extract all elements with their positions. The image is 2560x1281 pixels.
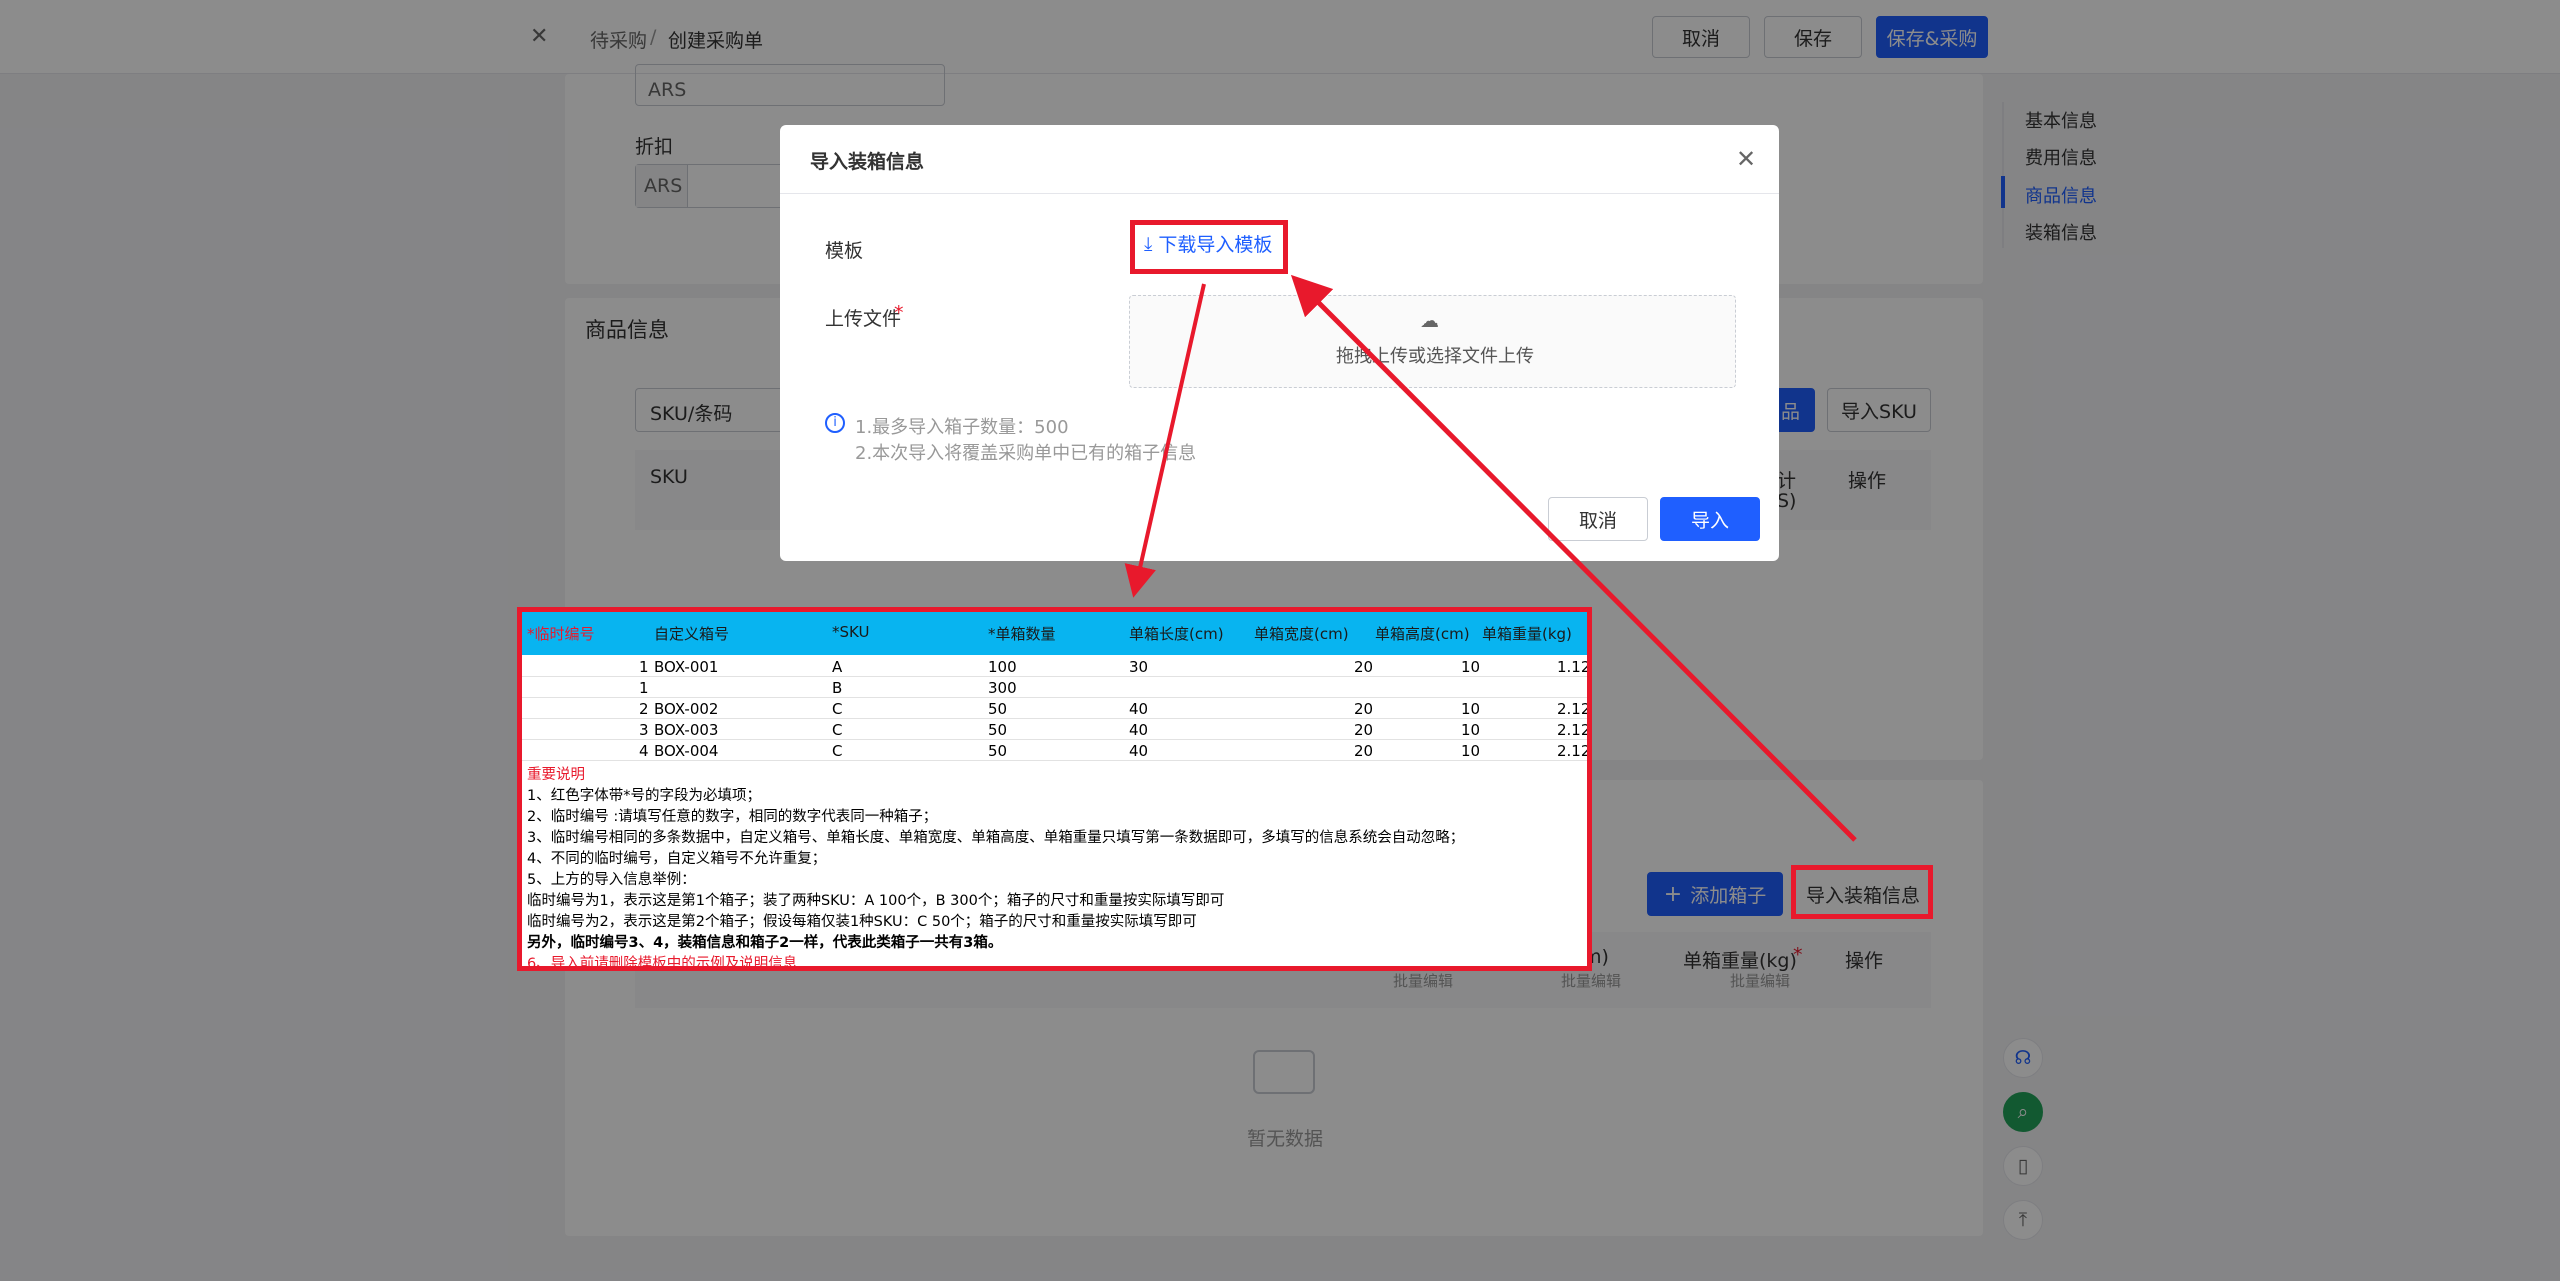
arrow-to-download bbox=[1290, 274, 1857, 842]
annotation-arrows bbox=[1124, 274, 1857, 842]
arrow-to-preview bbox=[1124, 283, 1206, 598]
